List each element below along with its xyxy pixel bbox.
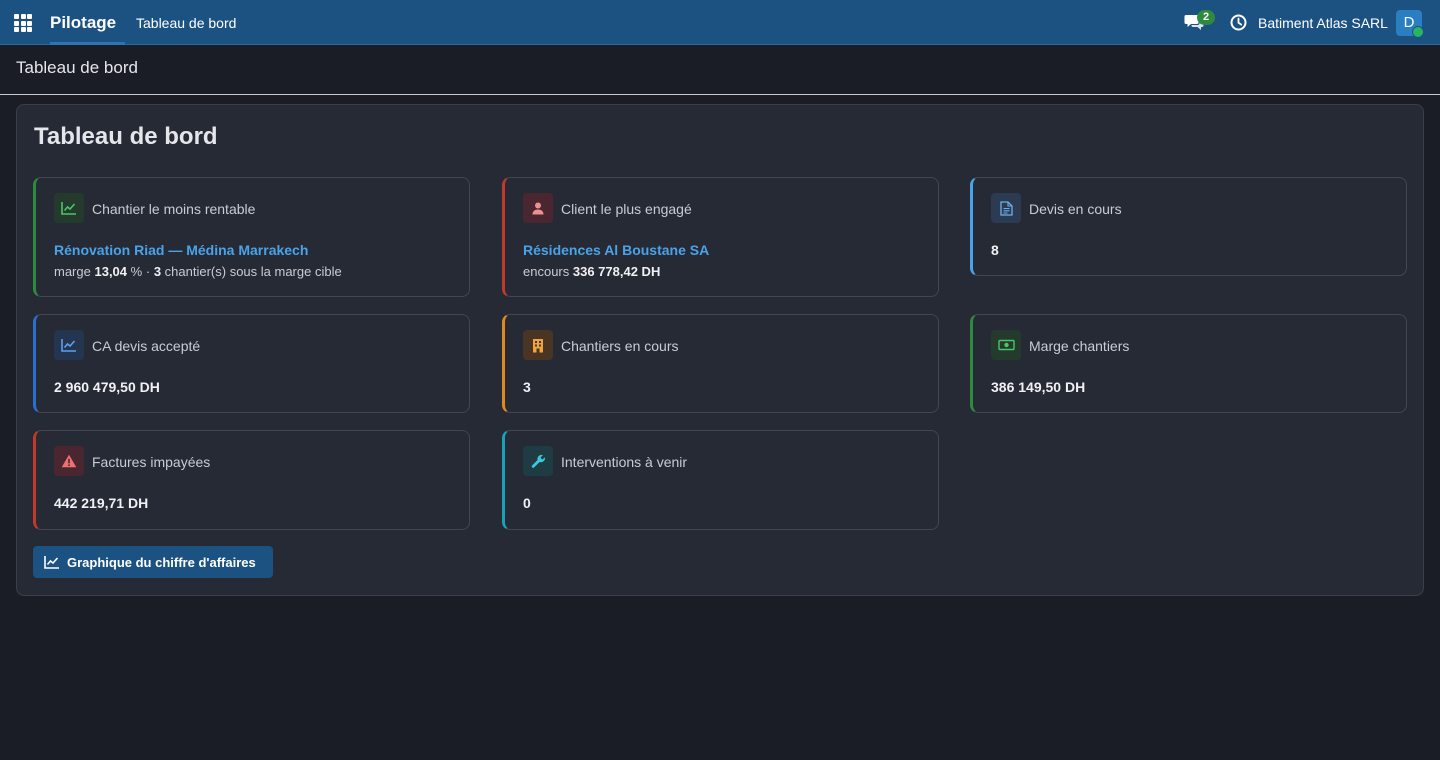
card-value: 386 149,50 DH [991,379,1086,395]
online-status-dot [1412,26,1424,38]
card-title: Interventions à venir [561,454,688,470]
breadcrumb: Tableau de bord [16,58,138,77]
card-title: Factures impayées [92,454,211,470]
card-sites-margin[interactable]: Marge chantiers 386 149,50 DH [970,314,1407,413]
card-upcoming-interventions[interactable]: Interventions à venir 0 [502,430,939,530]
card-title: CA devis accepté [92,338,201,354]
card-title: Client le plus engagé [561,201,692,217]
app-brand[interactable]: Pilotage [50,13,116,33]
card-least-profitable-site: Chantier le moins rentable Rénovation Ri… [33,177,470,297]
user-icon [523,193,553,223]
least-profitable-site-link[interactable]: Rénovation Riad — Médina Marrakech [54,242,308,258]
card-title: Chantiers en cours [561,338,679,354]
company-switcher[interactable]: Batiment Atlas SARL [1258,15,1388,31]
file-icon [991,193,1021,223]
card-value: 8 [991,242,999,258]
card-value: 2 960 479,50 DH [54,379,160,395]
card-unpaid-invoices[interactable]: Factures impayées 442 219,71 DH [33,430,470,530]
dashboard-panel: Tableau de bord Chantier le moins rentab… [16,104,1424,596]
card-value: 3 [523,379,531,395]
page-title: Tableau de bord [34,123,218,150]
most-engaged-client-link[interactable]: Résidences Al Boustane SA [523,242,709,258]
building-icon [523,330,553,360]
menu-tableau-de-bord[interactable]: Tableau de bord [136,15,236,31]
revenue-chart-button[interactable]: Graphique du chiffre d'affaires [33,546,273,578]
card-value: 442 219,71 DH [54,495,149,511]
card-sites-in-progress[interactable]: Chantiers en cours 3 [502,314,939,413]
card-accepted-quotes-revenue[interactable]: CA devis accepté 2 960 479,50 DH [33,314,470,413]
card-quotes-in-progress[interactable]: Devis en cours 8 [970,177,1407,276]
wrench-icon [523,446,553,476]
card-title: Devis en cours [1029,201,1122,217]
chart-line-icon [44,556,59,569]
app-grid-icon[interactable] [14,14,32,32]
trend-up-icon [54,193,84,223]
clock-icon[interactable] [1230,14,1247,31]
active-app-indicator [50,42,125,45]
card-most-engaged-client: Client le plus engagé Résidences Al Bous… [502,177,939,297]
card-title: Chantier le moins rentable [92,201,256,217]
money-icon [991,330,1021,360]
top-navbar: Pilotage Tableau de bord 2 Batiment Atla… [0,0,1440,45]
trend-up-icon [54,330,84,360]
chat-count-badge: 2 [1197,10,1215,25]
warning-icon [54,446,84,476]
card-detail: encours 336 778,42 DH [523,264,661,279]
card-detail: marge 13,04 % · 3 chantier(s) sous la ma… [54,264,342,279]
revenue-chart-button-label: Graphique du chiffre d'affaires [67,554,256,570]
card-title: Marge chantiers [1029,338,1130,354]
card-value: 0 [523,495,531,511]
control-panel: Tableau de bord [0,46,1440,95]
